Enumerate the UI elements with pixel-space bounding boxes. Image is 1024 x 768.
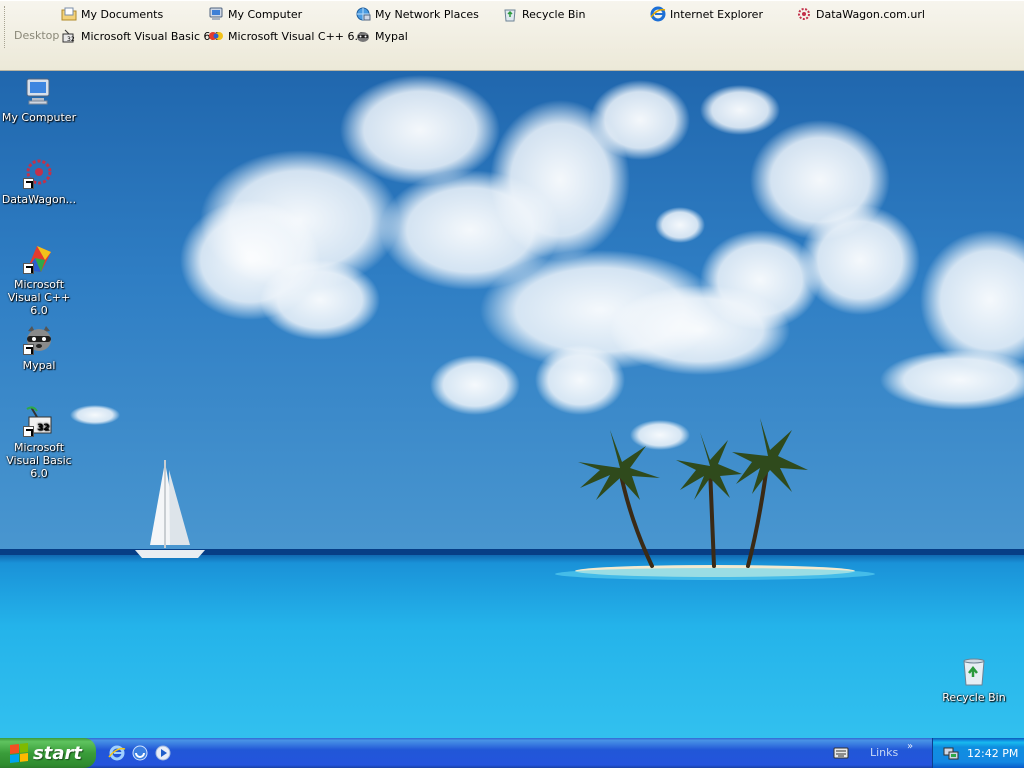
toolbar-item-label: Recycle Bin: [522, 7, 586, 21]
svg-text:32: 32: [67, 36, 75, 43]
windows-flag-icon: [10, 743, 28, 763]
desktop-icon-label: Mypal: [22, 359, 56, 372]
desktop-icon-label: Microsoft Visual C++ 6.0: [7, 278, 71, 317]
desktop-icon-mypal[interactable]: Mypal: [0, 323, 78, 372]
toolbar-item-my-documents[interactable]: My Documents: [61, 5, 163, 23]
toolbar-item-mypal[interactable]: Mypal: [355, 27, 408, 45]
clock[interactable]: 12:42 PM: [967, 747, 1018, 760]
recycle-bin-icon: [502, 6, 518, 22]
network-tray-icon[interactable]: [943, 745, 959, 761]
toolbar-item-my-computer[interactable]: My Computer: [208, 5, 302, 23]
visual-basic-icon: 32: [23, 405, 55, 437]
desktop-icon-visual-basic[interactable]: 32 Microsoft Visual Basic 6.0: [0, 405, 78, 480]
desktop-icon-visual-cpp[interactable]: Microsoft Visual C++ 6.0: [0, 242, 78, 317]
quicklaunch-outlook-express-icon[interactable]: [131, 744, 149, 762]
toolbar-item-label: Microsoft Visual C++ 6.0: [228, 29, 365, 43]
internet-explorer-icon: [650, 6, 666, 22]
toolbar-item-visual-cpp[interactable]: Microsoft Visual C++ 6.0: [208, 27, 365, 45]
shortcut-arrow-icon: [23, 344, 34, 355]
toolbar-item-label: My Computer: [228, 7, 303, 21]
toolbar-item-label: My Network Places: [375, 7, 479, 21]
toolbar-item-datawagon[interactable]: DataWagon.com.url: [796, 5, 925, 23]
taskbar: start Links » 12:42 PM: [0, 738, 1024, 768]
desktop-icon-label: DataWagon...: [1, 193, 77, 206]
visual-basic-icon: 32: [61, 28, 77, 44]
datawagon-icon: [23, 157, 55, 189]
links-chevron-icon[interactable]: »: [907, 741, 913, 752]
desktop-icon-label: Recycle Bin: [942, 691, 1006, 704]
shortcut-arrow-icon: [23, 426, 34, 437]
start-button[interactable]: start: [0, 738, 96, 768]
desktop-icon-recycle-bin[interactable]: Recycle Bin: [935, 655, 1013, 704]
desktop-icon-label: Microsoft Visual Basic 6.0: [6, 441, 72, 480]
desktop-toolbar: Desktop My Documents My Computer My Netw…: [0, 0, 1024, 71]
desktop-icon-my-computer[interactable]: My Computer: [0, 75, 78, 124]
my-computer-icon: [23, 75, 55, 107]
system-tray: 12:42 PM: [932, 738, 1024, 768]
recycle-bin-icon: [958, 655, 990, 687]
toolbar-label: Desktop: [14, 29, 60, 42]
toolbar-item-label: Microsoft Visual Basic 6.0: [81, 29, 222, 43]
mypal-icon: [23, 323, 55, 355]
shortcut-arrow-icon: [23, 178, 34, 189]
shortcut-arrow-icon: [23, 263, 34, 274]
toolbar-item-label: DataWagon.com.url: [816, 7, 925, 21]
toolbar-item-visual-basic[interactable]: 32 Microsoft Visual Basic 6.0: [61, 27, 221, 45]
keyboard-icon[interactable]: [833, 746, 849, 760]
desktop-icon-datawagon[interactable]: DataWagon...: [0, 157, 78, 206]
mypal-icon: [355, 28, 371, 44]
my-computer-icon: [208, 6, 224, 22]
toolbar-item-recycle-bin[interactable]: Recycle Bin: [502, 5, 585, 23]
datawagon-icon: [796, 6, 812, 22]
network-places-icon: [355, 6, 371, 22]
toolbar-item-label: My Documents: [81, 7, 164, 21]
my-documents-icon: [61, 6, 77, 22]
toolbar-grip[interactable]: [4, 6, 7, 48]
quicklaunch-media-player-icon[interactable]: [154, 744, 172, 762]
visual-cpp-icon: [23, 242, 55, 274]
desktop-icon-label: My Computer: [1, 111, 77, 124]
quicklaunch-internet-explorer-icon[interactable]: [108, 744, 126, 762]
svg-text:32: 32: [37, 423, 50, 433]
toolbar-item-label: Mypal: [375, 29, 408, 43]
links-toolbar-label[interactable]: Links: [870, 746, 898, 759]
toolbar-item-internet-explorer[interactable]: Internet Explorer: [650, 5, 763, 23]
toolbar-item-network-places[interactable]: My Network Places: [355, 5, 479, 23]
desktop-wallpaper: [0, 0, 1024, 768]
toolbar-item-label: Internet Explorer: [670, 7, 763, 21]
visual-cpp-icon: [208, 28, 224, 44]
start-label: start: [33, 742, 82, 764]
